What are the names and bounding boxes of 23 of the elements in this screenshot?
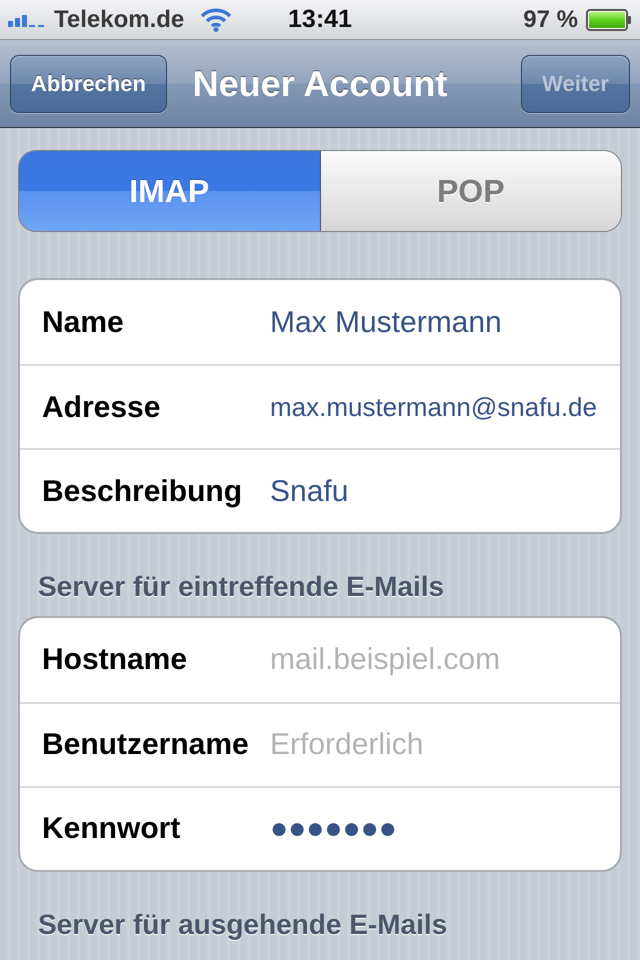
input-field[interactable]: Max Mustermann — [270, 300, 598, 344]
input-field[interactable]: mail.beispiel.com — [270, 637, 598, 682]
section-heading: Server für ausgehende E-Mails — [37, 908, 448, 942]
screen-title: Neuer Account — [192, 62, 448, 106]
carrier-name: Telekom.de — [54, 4, 184, 34]
battery-percentage: 97 % — [523, 4, 578, 34]
clock-time: 13:41 — [288, 4, 352, 35]
field-label: Kennwort — [42, 811, 182, 848]
field-label: Hostname — [42, 642, 188, 678]
field-label: Beschreibung — [42, 474, 244, 510]
field-label: Adresse — [42, 390, 162, 426]
wifi-icon — [200, 8, 232, 32]
segment-tab[interactable]: IMAP — [19, 151, 320, 231]
input-field[interactable]: Erforderlich — [270, 722, 598, 768]
cancel-button[interactable]: Abbrechen — [10, 54, 167, 112]
signal-strength-icon — [8, 12, 46, 26]
input-field[interactable]: max.mustermann@snafu.de — [270, 388, 598, 426]
field-label: Name — [42, 304, 125, 340]
input-field[interactable]: Snafu — [270, 468, 598, 514]
field-label: Benutzername — [42, 727, 250, 764]
input-field[interactable]: ●●●●●●● — [270, 806, 598, 852]
section-heading: Server für eintreffende E-Mails — [37, 570, 446, 604]
battery-icon — [586, 8, 632, 30]
